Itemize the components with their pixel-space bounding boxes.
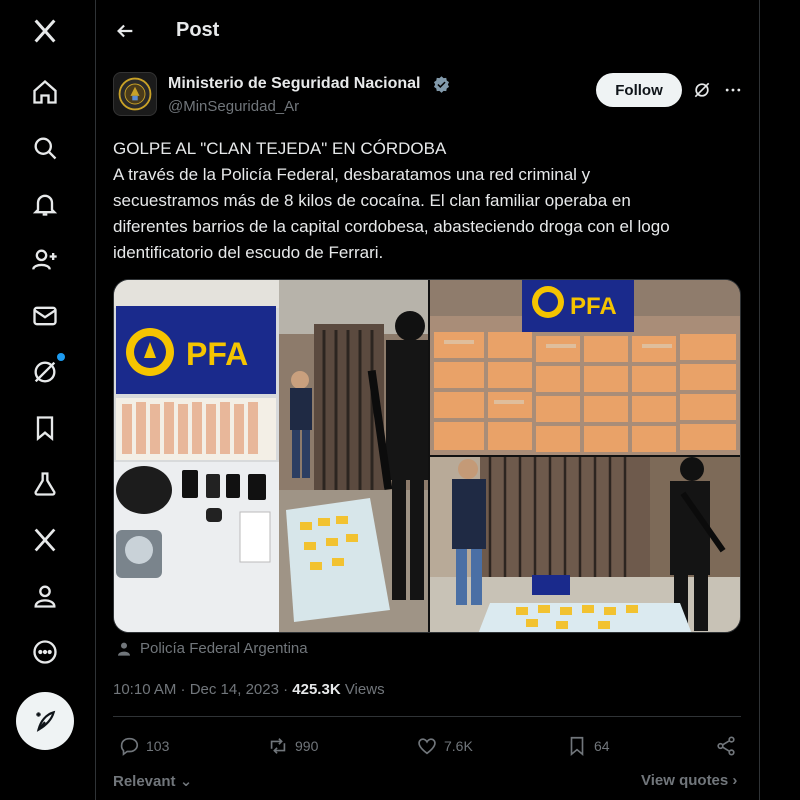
bookmark-icon bbox=[570, 736, 584, 757]
bookmark-count: 64 bbox=[594, 738, 610, 754]
tweet-line: identificatorio del escudo de Ferrari. bbox=[113, 243, 384, 262]
notification-dot bbox=[57, 353, 65, 361]
bookmark-icon[interactable] bbox=[28, 411, 62, 445]
arrow-left-icon bbox=[117, 24, 133, 38]
x-logo-icon[interactable] bbox=[28, 14, 62, 48]
column-border bbox=[95, 0, 96, 800]
heart-icon bbox=[418, 738, 436, 755]
tweet-line: secuestramos más de 8 kilos de cocaína. … bbox=[113, 191, 631, 210]
chevron-down-icon: ⌄ bbox=[175, 773, 193, 790]
page-title: Post bbox=[176, 19, 220, 41]
reply-icon bbox=[120, 737, 139, 756]
more-options-icon[interactable] bbox=[723, 80, 743, 100]
pfa-banner-text: PFA bbox=[186, 336, 248, 372]
location-label: Policía Federal Argentina bbox=[140, 640, 308, 657]
views-label: Views bbox=[340, 681, 385, 698]
ministry-seal-icon bbox=[118, 77, 152, 111]
media-photo-2[interactable]: PFA bbox=[430, 280, 740, 455]
author-name[interactable]: Ministerio de Seguridad Nacional bbox=[168, 75, 421, 93]
repost-button[interactable]: 990 bbox=[267, 735, 318, 757]
share-button[interactable] bbox=[715, 735, 737, 757]
views-count: 425.3K bbox=[292, 681, 341, 698]
sort-label: Relevant bbox=[113, 773, 176, 790]
tweet-line: diferentes barrios de la capital cordobe… bbox=[113, 217, 670, 236]
media-grid[interactable]: PFA PFA bbox=[113, 279, 741, 633]
repost-count: 990 bbox=[295, 738, 319, 754]
grok-icon[interactable] bbox=[692, 80, 712, 100]
x-premium-icon[interactable] bbox=[28, 523, 62, 557]
location-tag[interactable]: Policía Federal Argentina bbox=[116, 640, 308, 657]
tweet-line: GOLPE AL "CLAN TEJEDA" EN CÓRDOBA bbox=[113, 139, 447, 158]
back-button[interactable] bbox=[112, 18, 138, 44]
search-icon[interactable] bbox=[28, 131, 62, 165]
like-button[interactable]: 7.6K bbox=[416, 735, 473, 757]
reply-button[interactable]: 103 bbox=[118, 735, 169, 757]
person-icon bbox=[118, 642, 130, 656]
compose-button[interactable] bbox=[16, 692, 74, 750]
compose-icon bbox=[36, 710, 56, 732]
like-count: 7.6K bbox=[444, 738, 473, 754]
divider bbox=[113, 716, 741, 717]
tweet-line: A través de la Policía Federal, desbarat… bbox=[113, 165, 591, 184]
bookmark-button[interactable]: 64 bbox=[566, 735, 610, 757]
verified-badge-icon bbox=[433, 76, 450, 93]
mail-icon[interactable] bbox=[28, 299, 62, 333]
home-icon[interactable] bbox=[28, 75, 62, 109]
profile-icon[interactable] bbox=[28, 579, 62, 613]
add-user-icon[interactable] bbox=[28, 243, 62, 277]
author-handle[interactable]: @MinSeguridad_Ar bbox=[168, 98, 299, 115]
more-circle-icon[interactable] bbox=[28, 635, 62, 669]
left-sidebar bbox=[0, 0, 92, 800]
view-quotes-link[interactable]: View quotes › bbox=[641, 772, 737, 789]
reply-count: 103 bbox=[146, 738, 170, 754]
view-quotes-label: View quotes bbox=[641, 772, 729, 789]
flask-icon[interactable] bbox=[28, 467, 62, 501]
bell-icon[interactable] bbox=[28, 187, 62, 221]
grok-icon[interactable] bbox=[28, 355, 62, 389]
share-icon bbox=[717, 736, 735, 756]
repost-icon bbox=[270, 738, 286, 754]
pfa-banner-text: PFA bbox=[570, 293, 617, 320]
column-border bbox=[759, 0, 760, 800]
media-photo-1[interactable]: PFA bbox=[114, 280, 428, 632]
tweet-text: GOLPE AL "CLAN TEJEDA" EN CÓRDOBA A trav… bbox=[113, 136, 748, 266]
avatar[interactable] bbox=[113, 72, 157, 116]
post-time[interactable]: 10:10 AM · Dec 14, 2023 · bbox=[113, 681, 292, 698]
chevron-right-icon: › bbox=[728, 772, 738, 789]
media-photo-3[interactable] bbox=[430, 457, 740, 632]
follow-button[interactable]: Follow bbox=[596, 73, 682, 107]
sort-relevant-dropdown[interactable]: Relevant ⌄ bbox=[113, 772, 192, 790]
timestamp-row: 10:10 AM · Dec 14, 2023 · 425.3K Views bbox=[113, 681, 385, 698]
